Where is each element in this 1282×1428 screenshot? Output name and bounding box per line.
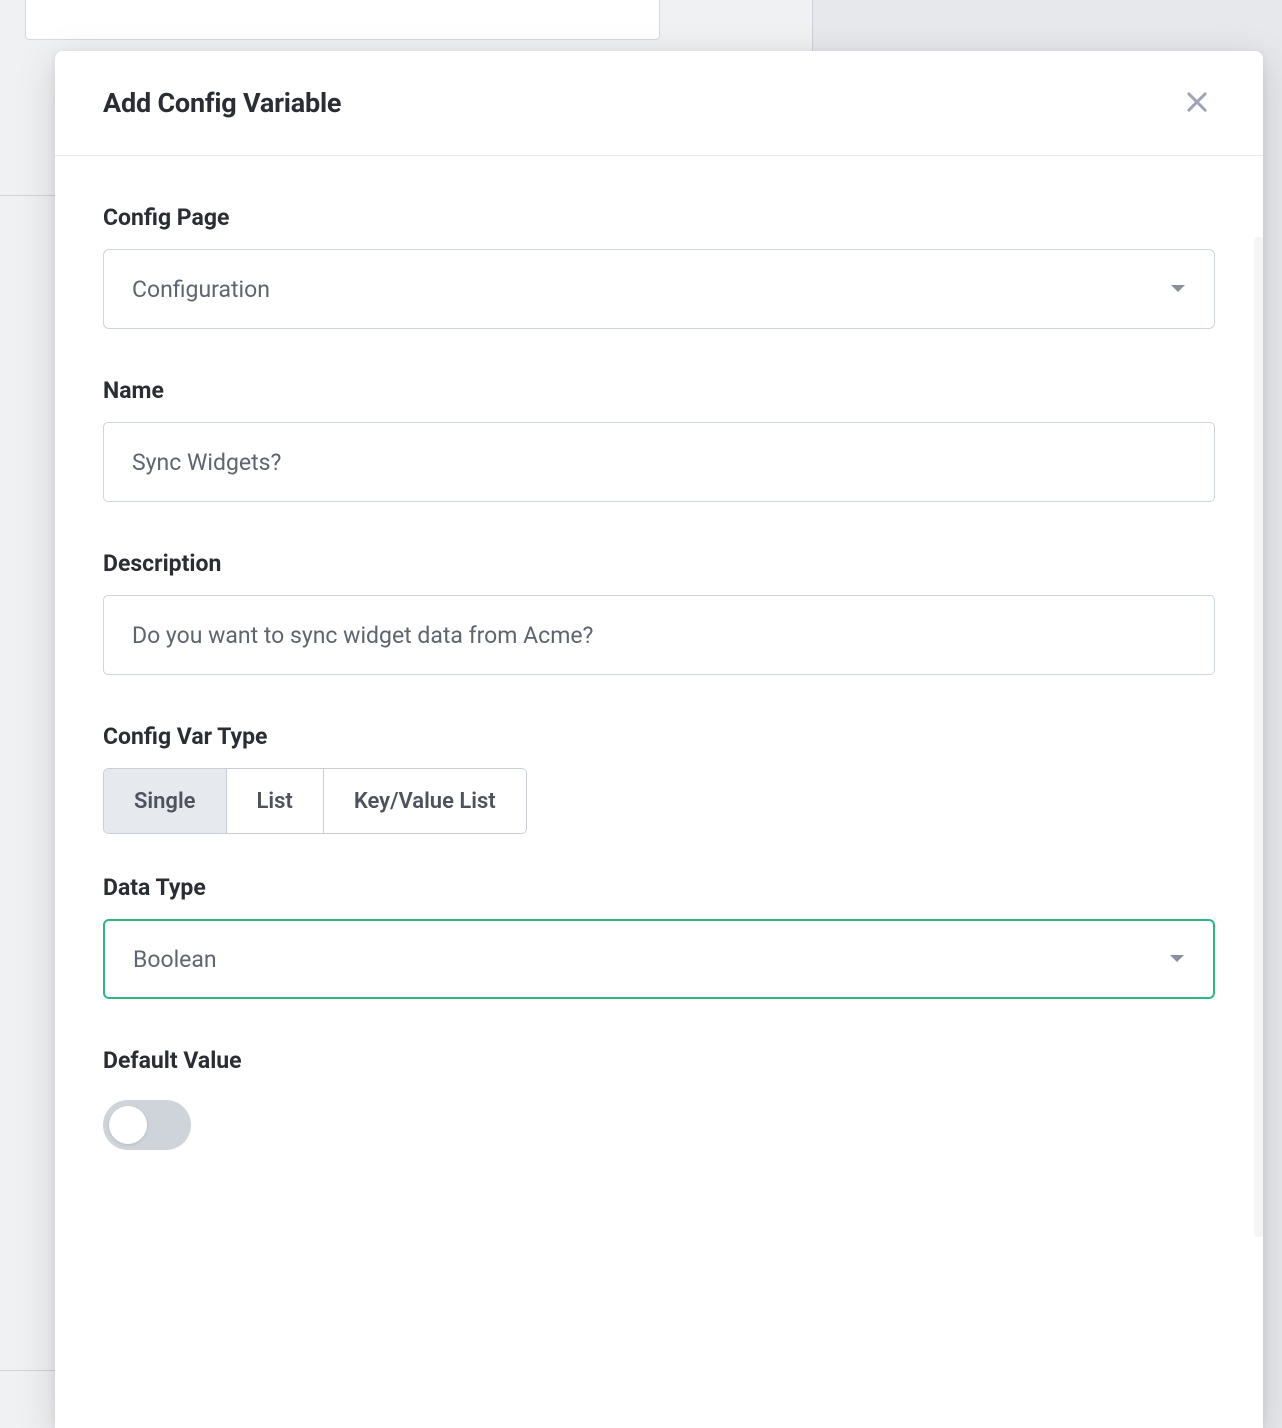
config-var-type-option-list[interactable]: List	[227, 768, 324, 834]
config-var-type-segmented: Single List Key/Value List	[103, 768, 527, 834]
description-label: Description	[103, 550, 1215, 577]
config-page-group: Config Page Configuration	[103, 204, 1215, 329]
caret-down-icon	[1169, 954, 1185, 964]
config-var-type-option-single[interactable]: Single	[103, 768, 227, 834]
data-type-label: Data Type	[103, 874, 1215, 901]
scrollbar[interactable]	[1254, 237, 1263, 1237]
caret-down-icon	[1170, 284, 1186, 294]
toggle-knob	[109, 1106, 147, 1144]
config-page-label: Config Page	[103, 204, 1215, 231]
name-input[interactable]	[103, 422, 1215, 502]
modal-body: Config Page Configuration Name Descripti…	[55, 156, 1263, 1428]
data-type-value: Boolean	[133, 946, 217, 973]
name-label: Name	[103, 377, 1215, 404]
name-group: Name	[103, 377, 1215, 502]
data-type-select[interactable]: Boolean	[103, 919, 1215, 999]
description-input[interactable]	[103, 595, 1215, 675]
close-icon	[1183, 88, 1211, 119]
config-var-type-option-keyvalue[interactable]: Key/Value List	[324, 768, 527, 834]
background-panel	[25, 0, 660, 40]
default-value-group: Default Value	[103, 1047, 1215, 1154]
close-button[interactable]	[1179, 85, 1215, 121]
add-config-variable-modal: Add Config Variable Config Page Configur…	[55, 51, 1263, 1428]
modal-header: Add Config Variable	[55, 51, 1263, 156]
config-page-value: Configuration	[132, 276, 270, 303]
default-value-toggle[interactable]	[103, 1100, 191, 1150]
config-var-type-label: Config Var Type	[103, 723, 1215, 750]
config-page-select[interactable]: Configuration	[103, 249, 1215, 329]
description-group: Description	[103, 550, 1215, 675]
config-var-type-group: Config Var Type Single List Key/Value Li…	[103, 723, 1215, 834]
scrollbar-thumb[interactable]	[1254, 237, 1263, 1237]
default-value-label: Default Value	[103, 1047, 1215, 1074]
data-type-group: Data Type Boolean	[103, 874, 1215, 999]
modal-title: Add Config Variable	[103, 87, 341, 119]
